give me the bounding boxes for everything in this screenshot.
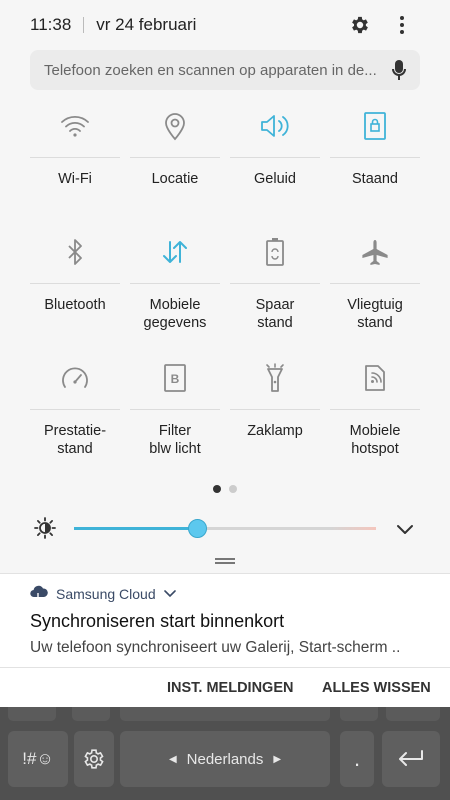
- tile-label: Mobiele hotspot: [349, 423, 401, 457]
- tile-label: Spaar stand: [255, 297, 295, 331]
- tile-divider: [330, 157, 420, 158]
- search-placeholder: Telefoon zoeken en scannen op apparaten …: [44, 61, 377, 79]
- enter-key[interactable]: [382, 731, 440, 787]
- blue-light-filter-icon: B: [125, 356, 225, 400]
- tile-label: Bluetooth: [44, 297, 106, 313]
- tile-divider: [30, 283, 120, 284]
- page-dot-2[interactable]: [229, 485, 237, 493]
- microphone-icon[interactable]: [382, 58, 406, 82]
- wifi-icon: [25, 104, 125, 148]
- slider-thumb[interactable]: [187, 519, 207, 538]
- tile-wifi[interactable]: Wi-Fi: [25, 104, 125, 230]
- tile-divider: [230, 409, 320, 410]
- tile-divider: [330, 283, 420, 284]
- svg-text:B: B: [171, 372, 180, 386]
- tile-label: Vliegtuig stand: [347, 297, 403, 331]
- tile-label: Zaklamp: [247, 423, 303, 439]
- drag-handle[interactable]: [215, 558, 235, 564]
- tile-divider: [130, 283, 220, 284]
- tile-label: Staand: [352, 171, 398, 187]
- key-fragment: [120, 707, 330, 721]
- space-key-label: Nederlands: [186, 750, 264, 768]
- notification-body: Uw telefoon synchroniseert uw Galerij, S…: [30, 639, 401, 656]
- tile-divider: [130, 157, 220, 158]
- page-indicator: [213, 485, 237, 493]
- arrow-right-icon: ▶: [273, 753, 282, 765]
- symbols-key[interactable]: !#☺: [8, 731, 68, 787]
- clock: 11:38: [30, 15, 72, 34]
- tile-label: Prestatie-stand: [43, 423, 107, 457]
- date: vr 24 februari: [96, 15, 197, 34]
- period-key-label: .: [353, 746, 361, 771]
- tile-divider: [230, 157, 320, 158]
- location-icon: [125, 104, 225, 148]
- tile-divider: [30, 409, 120, 410]
- chevron-down-icon[interactable]: [394, 518, 416, 540]
- key-fragment: [386, 707, 440, 721]
- tile-label: Mobiele gegevens: [143, 297, 207, 331]
- tile-blue-light-filter[interactable]: B Filter blw licht: [125, 356, 225, 482]
- tile-hotspot[interactable]: Mobiele hotspot: [325, 356, 425, 482]
- tile-label: Geluid: [254, 171, 296, 187]
- notification-settings-button[interactable]: INST. MELDINGEN: [167, 680, 293, 696]
- tile-label: Wi-Fi: [58, 171, 92, 187]
- key-fragment: [72, 707, 110, 721]
- keyboard: !#☺ ◀ Nederlands ▶ .: [0, 707, 450, 800]
- cloud-icon: [30, 584, 48, 603]
- brightness-slider[interactable]: [74, 519, 376, 538]
- notification-header: Samsung Cloud: [30, 584, 176, 603]
- sound-icon: [225, 104, 325, 148]
- more-options-icon[interactable]: [389, 12, 415, 38]
- key-fragment: [340, 707, 378, 721]
- space-key[interactable]: ◀ Nederlands ▶: [120, 731, 330, 787]
- flashlight-icon: [225, 356, 325, 400]
- tile-performance[interactable]: Prestatie-stand: [25, 356, 125, 482]
- page-dot-1[interactable]: [213, 485, 221, 493]
- keyboard-settings-key[interactable]: [74, 731, 114, 787]
- brightness-icon[interactable]: [34, 517, 56, 539]
- tile-divider: [30, 157, 120, 158]
- notification-app-name: Samsung Cloud: [56, 585, 156, 602]
- tile-bluetooth[interactable]: Bluetooth: [25, 230, 125, 356]
- tile-location[interactable]: Locatie: [125, 104, 225, 230]
- gear-icon: [84, 749, 104, 769]
- enter-icon: [399, 750, 423, 766]
- chevron-down-icon[interactable]: [163, 585, 176, 603]
- arrow-left-icon: ◀: [168, 753, 177, 765]
- tile-divider: [230, 283, 320, 284]
- mobile-data-icon: [125, 230, 225, 274]
- tile-label: Locatie: [151, 171, 199, 187]
- divider: [83, 17, 85, 33]
- tile-airplane[interactable]: Vliegtuig stand: [325, 230, 425, 356]
- key-fragment: [8, 707, 56, 721]
- notification-title: Synchroniseren start binnenkort: [30, 611, 285, 631]
- hotspot-icon: [325, 356, 425, 400]
- tile-flashlight[interactable]: Zaklamp: [225, 356, 325, 482]
- tile-divider: [330, 409, 420, 410]
- tile-sound[interactable]: Geluid: [225, 104, 325, 230]
- search-bar[interactable]: Telefoon zoeken en scannen op apparaten …: [30, 50, 420, 90]
- tile-divider: [130, 409, 220, 410]
- clear-all-button[interactable]: ALLES WISSEN: [322, 680, 431, 696]
- power-saving-icon: [225, 230, 325, 274]
- tile-mobile-data[interactable]: Mobiele gegevens: [125, 230, 225, 356]
- airplane-icon: [325, 230, 425, 274]
- symbols-key-label: !#☺: [22, 749, 54, 768]
- tile-portrait[interactable]: Staand: [325, 104, 425, 230]
- performance-icon: [25, 356, 125, 400]
- period-key[interactable]: .: [340, 731, 374, 787]
- status-bar: 11:38 vr 24 februari: [0, 0, 450, 50]
- tile-label: Filter blw licht: [149, 423, 201, 457]
- notification-actions: INST. MELDINGEN ALLES WISSEN: [0, 667, 450, 707]
- portrait-lock-icon: [325, 104, 425, 148]
- tile-power-saving[interactable]: Spaar stand: [225, 230, 325, 356]
- slider-fill: [74, 527, 198, 530]
- bluetooth-icon: [25, 230, 125, 274]
- notification-card[interactable]: Samsung Cloud Synchroniseren start binne…: [0, 573, 450, 667]
- settings-gear-icon[interactable]: [347, 12, 373, 38]
